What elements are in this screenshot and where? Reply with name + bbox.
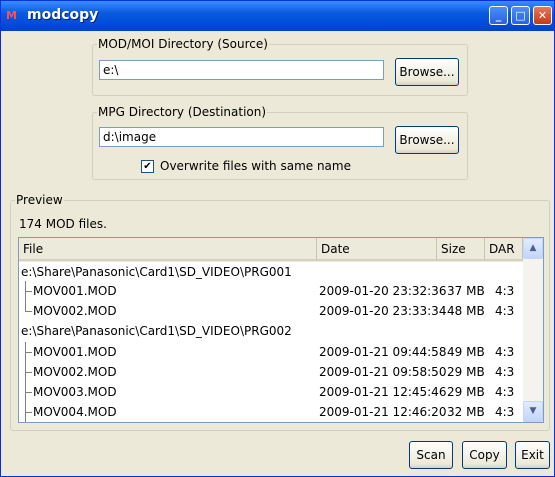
- file-name: MOV001.MOD: [33, 345, 117, 359]
- file-dar: 4:3: [495, 365, 515, 379]
- table-row[interactable]: MOV001.MOD 2009-01-21 09:44:58 49 MB 4:3: [19, 342, 523, 362]
- minimize-button[interactable]: _: [489, 6, 508, 25]
- vertical-scrollbar[interactable]: ▲ ▼: [523, 238, 543, 422]
- table-row[interactable]: MOV001.MOD 2009-01-20 23:32:36 37 MB 4:3: [19, 281, 523, 301]
- file-size: 37 MB: [447, 284, 485, 298]
- file-dar: 4:3: [495, 345, 515, 359]
- column-header-date[interactable]: Date: [317, 238, 437, 261]
- file-dar: 4:3: [495, 385, 515, 399]
- file-name: MOV001.MOD: [33, 284, 117, 298]
- folder-path: e:\Share\Panasonic\Card1\SD_VIDEO\PRG002: [21, 324, 292, 338]
- scroll-up-icon[interactable]: ▲: [523, 238, 543, 259]
- overwrite-checkbox[interactable]: ✔: [141, 160, 154, 173]
- file-size: 29 MB: [447, 385, 485, 399]
- file-date: 2009-01-21 12:45:46: [319, 385, 447, 399]
- table-row[interactable]: MOV002.MOD 2009-01-21 09:58:50 29 MB 4:3: [19, 362, 523, 382]
- destination-legend: MPG Directory (Destination): [97, 105, 268, 119]
- overwrite-label[interactable]: Overwrite files with same name: [160, 159, 351, 173]
- exit-button[interactable]: Exit: [515, 441, 550, 469]
- scroll-down-icon[interactable]: ▼: [523, 401, 543, 422]
- file-name: MOV003.MOD: [33, 385, 117, 399]
- file-date: 2009-01-20 23:33:34: [319, 304, 447, 318]
- folder-row[interactable]: e:\Share\Panasonic\Card1\SD_VIDEO\PRG001: [19, 262, 523, 282]
- file-count-text: 174 MOD files.: [19, 217, 107, 231]
- title-bar[interactable]: M modcopy _ □ ✕: [1, 1, 554, 31]
- source-browse-button[interactable]: Browse...: [395, 58, 459, 86]
- file-size: 48 MB: [447, 304, 485, 318]
- table-row[interactable]: MOV002.MOD 2009-01-20 23:33:34 48 MB 4:3: [19, 301, 523, 321]
- list-header: File Date Size DAR: [19, 238, 523, 262]
- close-button[interactable]: ✕: [533, 6, 552, 25]
- preview-list[interactable]: File Date Size DAR e:\Share\Panasonic\Ca…: [18, 237, 544, 423]
- file-date: 2009-01-21 12:46:20: [319, 405, 447, 419]
- column-header-file[interactable]: File: [19, 238, 317, 261]
- app-icon: M: [6, 9, 17, 22]
- folder-path: e:\Share\Panasonic\Card1\SD_VIDEO\PRG001: [21, 265, 292, 279]
- file-name: MOV002.MOD: [33, 304, 117, 318]
- preview-legend: Preview: [15, 193, 64, 207]
- file-size: 49 MB: [447, 345, 485, 359]
- file-size: 29 MB: [447, 365, 485, 379]
- file-size: 32 MB: [447, 405, 485, 419]
- file-name: MOV002.MOD: [33, 365, 117, 379]
- window-title: modcopy: [27, 7, 99, 23]
- file-dar: 4:3: [495, 405, 515, 419]
- file-dar: 4:3: [495, 304, 515, 318]
- file-date: 2009-01-21 09:44:58: [319, 345, 447, 359]
- table-row[interactable]: MOV004.MOD 2009-01-21 12:46:20 32 MB 4:3: [19, 402, 523, 422]
- file-dar: 4:3: [495, 284, 515, 298]
- copy-button[interactable]: Copy: [462, 441, 507, 469]
- source-path-input[interactable]: e:\: [99, 60, 384, 80]
- column-header-size[interactable]: Size: [437, 238, 485, 261]
- file-name: MOV004.MOD: [33, 405, 117, 419]
- table-row[interactable]: MOV003.MOD 2009-01-21 12:45:46 29 MB 4:3: [19, 382, 523, 402]
- file-date: 2009-01-20 23:32:36: [319, 284, 447, 298]
- scan-button[interactable]: Scan: [409, 441, 453, 469]
- app-window: M modcopy _ □ ✕ MOD/MOI Directory (Sourc…: [0, 0, 555, 477]
- maximize-button[interactable]: □: [511, 6, 530, 25]
- destination-path-input[interactable]: d:\image: [99, 127, 384, 147]
- folder-row[interactable]: e:\Share\Panasonic\Card1\SD_VIDEO\PRG002: [19, 321, 523, 341]
- file-date: 2009-01-21 09:58:50: [319, 365, 447, 379]
- source-legend: MOD/MOI Directory (Source): [97, 37, 269, 51]
- column-header-dar[interactable]: DAR: [485, 238, 523, 261]
- destination-browse-button[interactable]: Browse...: [395, 126, 459, 154]
